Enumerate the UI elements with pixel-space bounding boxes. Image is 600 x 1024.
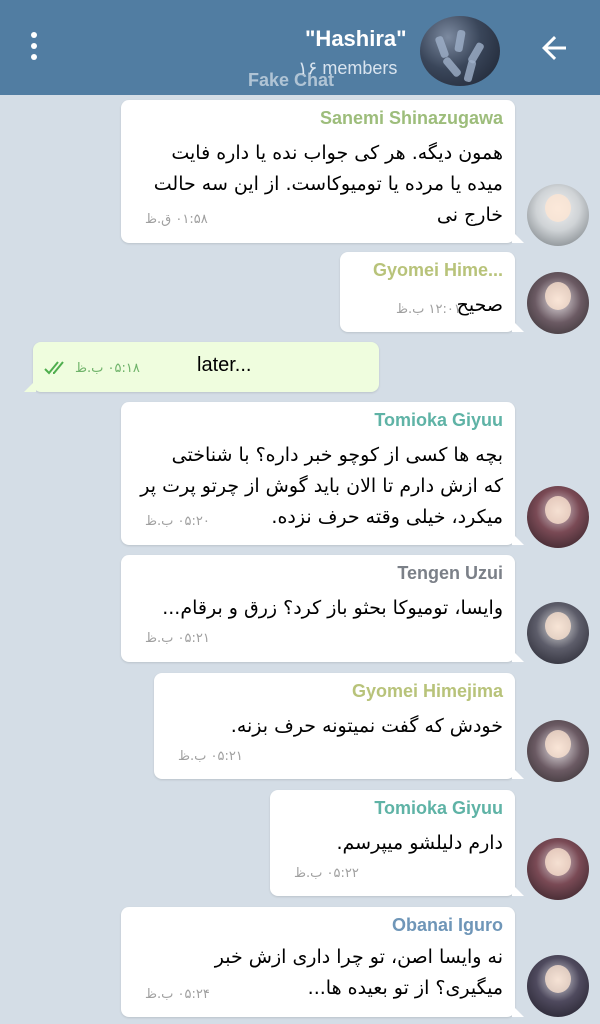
message-line: همون دیگه. هر کی جواب نده یا داره فایت [171, 142, 503, 164]
avatar-gyomei[interactable] [527, 720, 589, 782]
message-time: ۰۵:۲۲ ب.ظ [294, 866, 359, 881]
message-time: ۰۵:۲۴ ب.ظ [145, 987, 210, 1002]
message-line: که ازش دارم تا الان باید گوش از چرتو پرت… [140, 475, 503, 497]
avatar-obanai[interactable] [527, 955, 589, 1017]
message-bubble[interactable]: Gyomei Hime... صحیح ۱۲:۰۱ ب.ظ [340, 252, 524, 332]
sender-name: Gyomei Himejima [351, 681, 503, 701]
message-line: بچه ها کسی از کوچو خبر داره؟ با شناختی [171, 444, 503, 466]
sender-name: Tomioka Giyuu [374, 798, 503, 818]
message-text: وایسا، تومیوکا بحثو باز کرد؟ زرق و برقام… [162, 593, 503, 624]
avatar-tengen[interactable] [527, 602, 589, 664]
sender-name: Tomioka Giyuu [374, 410, 503, 430]
message-text: later... [197, 354, 252, 376]
message-line: دارم دلیلشو میپرسم. [336, 832, 503, 854]
avatar-giyuu[interactable] [527, 838, 589, 900]
message-line: نه وایسا اصن، تو چرا داری ازش خبر [214, 946, 503, 968]
message-time: ۰۵:۱۸ ب.ظ [75, 361, 140, 376]
message-time: ۱۲:۰۱ ب.ظ [396, 302, 461, 317]
message-time: ۰۵:۲۱ ب.ظ [145, 631, 210, 646]
message-text: صحیح [457, 290, 503, 321]
message-text: خودش که گفت نمیتونه حرف بزنه. [231, 711, 503, 742]
back-arrow-icon[interactable] [536, 30, 576, 66]
avatar-giyuu[interactable] [527, 486, 589, 548]
group-avatar[interactable] [420, 16, 500, 86]
avatar-sanemi[interactable] [527, 184, 589, 246]
outgoing-message-bubble[interactable]: later... ۰۵:۱۸ ب.ظ [24, 342, 379, 392]
message-bubble[interactable]: Sanemi Shinazugawa همون دیگه. هر کی جواب… [121, 100, 524, 243]
sender-name: Tengen Uzui [397, 563, 503, 583]
message-line: میگیری؟ از تو بعیده ها... [307, 977, 503, 999]
double-check-icon [44, 361, 64, 375]
message-line: میده یا مرده یا تومیوکاست. از این سه حال… [153, 173, 503, 195]
menu-dots-icon[interactable] [22, 32, 46, 64]
avatar-gyomei[interactable] [527, 272, 589, 334]
message-line: وایسا، تومیوکا بحثو باز کرد؟ زرق و برقام… [162, 597, 503, 619]
message-time: ۰۱:۵۸ ق.ظ [145, 212, 208, 227]
message-time: ۰۵:۲۰ ب.ظ [145, 514, 210, 529]
message-bubble[interactable]: Tomioka Giyuu بچه ها کسی از کوچو خبر دار… [121, 402, 524, 545]
chat-header: "Hashira" ۱۶ members Fake Chat [0, 0, 600, 95]
message-bubble[interactable]: Obanai Iguro نه وایسا اصن، تو چرا داری ا… [121, 907, 524, 1017]
message-bubble[interactable]: Tengen Uzui وایسا، تومیوکا بحثو باز کرد؟… [121, 555, 524, 662]
message-bubble[interactable]: Gyomei Himejima خودش که گفت نمیتونه حرف … [154, 673, 524, 779]
message-bubble[interactable]: Tomioka Giyuu دارم دلیلشو میپرسم. ۰۵:۲۲ … [270, 790, 524, 896]
sender-name: Sanemi Shinazugawa [319, 108, 503, 128]
message-line: خودش که گفت نمیتونه حرف بزنه. [230, 715, 503, 737]
chat-title[interactable]: "Hashira" [305, 26, 407, 52]
watermark: Fake Chat [248, 70, 335, 90]
sender-name: Obanai Iguro [391, 915, 503, 935]
message-line: صحیح [456, 294, 503, 316]
message-time: ۰۵:۲۱ ب.ظ [178, 749, 243, 764]
sender-name: Gyomei Hime... [372, 260, 503, 280]
message-text: نه وایسا اصن، تو چرا داری ازش خبر میگیری… [215, 942, 503, 1004]
message-text: دارم دلیلشو میپرسم. [336, 828, 503, 859]
